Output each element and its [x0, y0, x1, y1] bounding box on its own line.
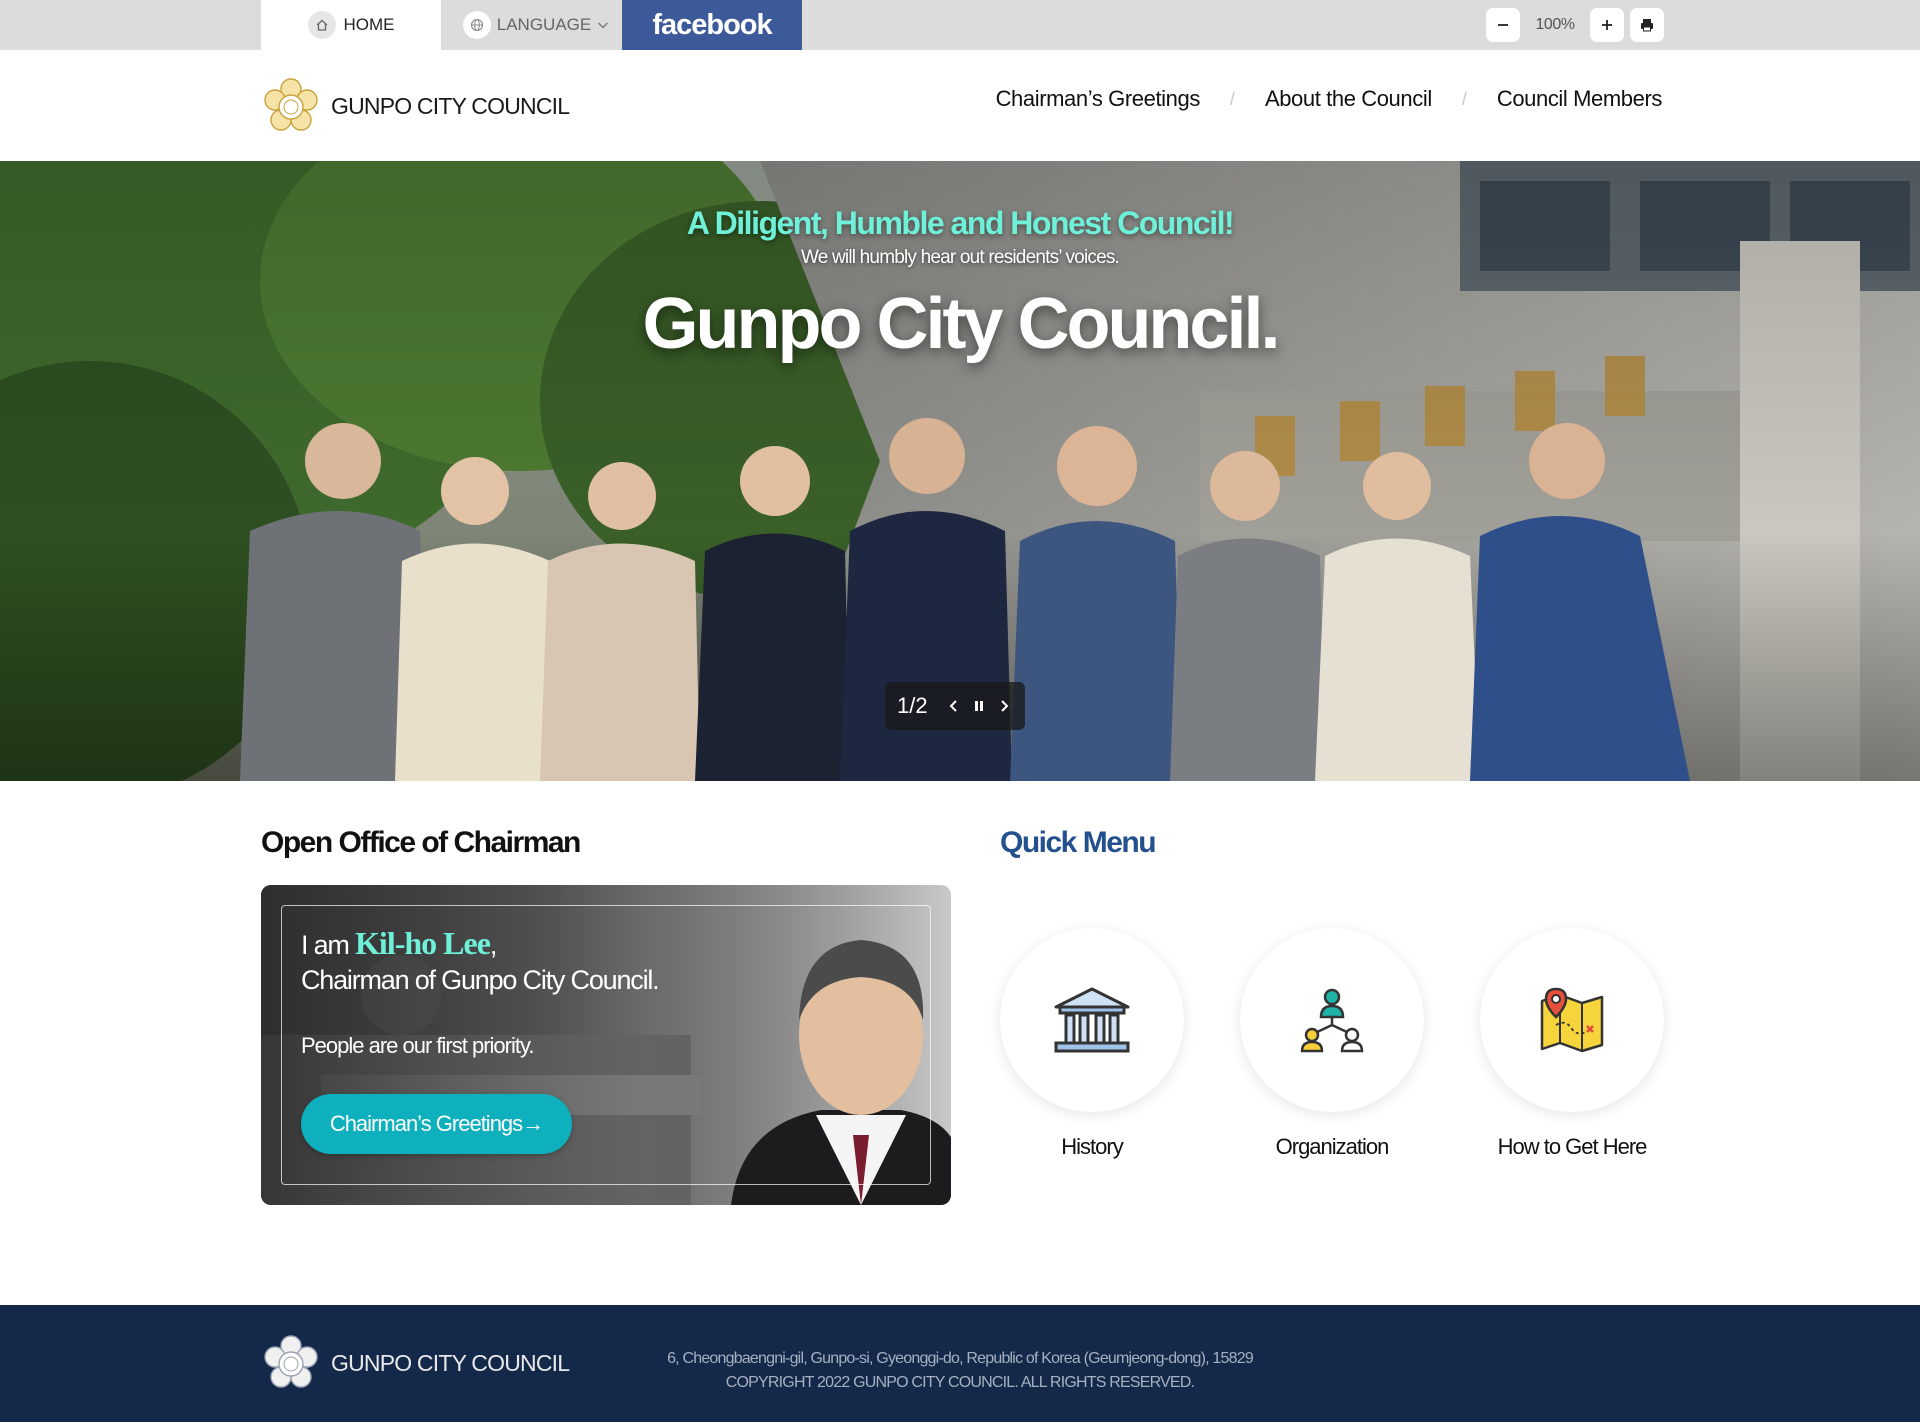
hero-banner: A Diligent, Humble and Honest Council! W… — [0, 161, 1920, 781]
slide-pause-button[interactable] — [972, 696, 986, 716]
footer-copyright: COPYRIGHT 2022 GUNPO CITY COUNCIL. ALL R… — [725, 1374, 1195, 1391]
hero-title: Gunpo City Council. — [642, 284, 1281, 364]
quick-menu-label: How to Get Here — [1497, 1134, 1648, 1159]
minus-icon — [1498, 24, 1508, 26]
nav-chairmans-greetings[interactable]: Chairman’s Greetings — [996, 86, 1201, 112]
quick-menu-title: Quick Menu — [1000, 826, 1157, 859]
printer-icon — [1641, 19, 1653, 32]
brand-logo-link[interactable]: GUNPO CITY COUNCIL — [261, 76, 570, 136]
quick-menu-circle — [1000, 928, 1184, 1112]
intro-suffix: , — [489, 930, 498, 960]
facebook-label: facebook — [652, 8, 772, 41]
quick-menu-circle — [1480, 928, 1664, 1112]
chairman-office-card: I am Kil-ho Lee, Chairman of Gunpo City … — [261, 885, 951, 1205]
chairman-name: Kil-ho Lee — [355, 925, 491, 961]
main-nav: Chairman’s Greetings / About the Council… — [996, 86, 1663, 112]
chevron-right-icon — [1000, 700, 1009, 712]
plus-icon — [1602, 20, 1612, 30]
office-motto: People are our first priority. — [301, 1033, 534, 1058]
language-dropdown[interactable]: LANGUAGE — [452, 0, 620, 50]
quick-menu-organization[interactable]: Organization — [1240, 928, 1424, 1160]
site-footer: GUNPO CITY COUNCIL 6, Cheongbaengni-gil,… — [0, 1305, 1920, 1422]
quick-menu-label: Organization — [1275, 1134, 1390, 1159]
map-pin-icon — [1540, 987, 1604, 1053]
home-label: HOME — [343, 15, 395, 34]
council-emblem-icon — [264, 78, 318, 131]
quick-menu-how-to-get-here[interactable]: How to Get Here — [1480, 928, 1664, 1160]
quick-menu-history[interactable]: History — [1000, 928, 1184, 1160]
hero-slogan: A Diligent, Humble and Honest Council! — [686, 205, 1235, 241]
nav-about-council[interactable]: About the Council — [1265, 86, 1432, 112]
pause-icon — [974, 701, 983, 711]
language-label: LANGUAGE — [496, 15, 592, 34]
home-link[interactable]: HOME — [261, 0, 441, 50]
zoom-out-button[interactable] — [1486, 8, 1520, 42]
quick-menu-circle — [1240, 928, 1424, 1112]
office-section-title: Open Office of Chairman — [261, 826, 581, 859]
zoom-level: 100% — [1535, 16, 1575, 33]
footer-info: 6, Cheongbaengni-gil, Gunpo-si, Gyeonggi… — [640, 1347, 1280, 1395]
footer-brand-name: GUNPO CITY COUNCIL — [331, 1349, 570, 1376]
council-emblem-icon — [264, 1335, 318, 1388]
nav-separator: / — [1461, 88, 1467, 109]
brand-name: GUNPO CITY COUNCIL — [331, 92, 570, 119]
nav-separator: / — [1229, 88, 1235, 109]
slide-prev-button[interactable] — [946, 696, 960, 716]
chevron-left-icon — [949, 700, 957, 712]
intro-prefix: I am — [301, 930, 350, 960]
footer-address: 6, Cheongbaengni-gil, Gunpo-si, Gyeonggi… — [667, 1350, 1254, 1367]
zoom-controls: 100% — [1486, 8, 1664, 42]
hero-subtitle: We will humbly hear out residents’ voice… — [800, 247, 1120, 268]
slide-next-button[interactable] — [998, 696, 1012, 716]
office-role: Chairman of Gunpo City Council. — [301, 965, 660, 995]
nav-council-members[interactable]: Council Members — [1497, 86, 1663, 112]
zoom-in-button[interactable] — [1590, 8, 1624, 42]
building-icon — [1054, 987, 1130, 1053]
org-chart-icon — [1300, 988, 1364, 1053]
slide-controls: 1/2 — [885, 682, 1025, 730]
quick-menu-label: History — [1061, 1134, 1123, 1159]
home-icon — [307, 11, 336, 39]
slide-counter: 1/2 — [897, 693, 928, 718]
chairmans-greetings-button[interactable]: Chairman’s Greetings→ — [301, 1094, 572, 1154]
chevron-down-icon — [597, 15, 609, 35]
footer-brand: GUNPO CITY COUNCIL — [261, 1333, 570, 1393]
site-header: GUNPO CITY COUNCIL Chairman’s Greetings … — [0, 50, 1920, 161]
facebook-link[interactable]: facebook — [622, 0, 802, 50]
utility-bar: HOME LANGUAGE facebook 100% — [0, 0, 1920, 50]
globe-icon — [462, 11, 491, 39]
print-button[interactable] — [1630, 8, 1664, 42]
office-intro: I am Kil-ho Lee, — [301, 925, 498, 962]
